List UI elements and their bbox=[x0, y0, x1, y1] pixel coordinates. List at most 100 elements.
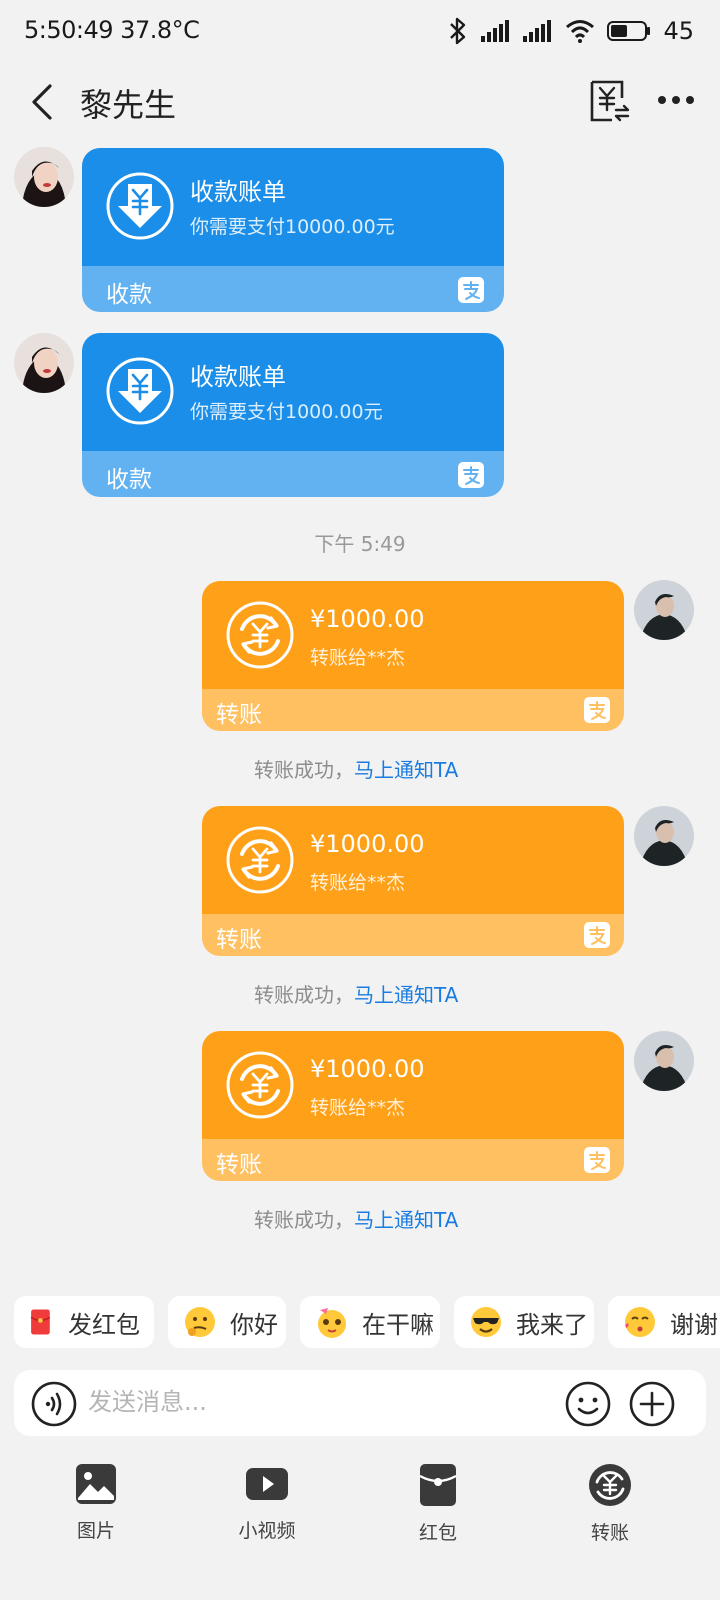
cute-emoji-icon bbox=[318, 1308, 346, 1338]
more-icon[interactable] bbox=[656, 88, 696, 112]
battery-icon bbox=[607, 21, 651, 41]
transfer-recipient: 转账给**杰 bbox=[310, 1097, 406, 1119]
transfer-card[interactable]: ¥1000.00 转账给**杰 转账 bbox=[202, 806, 624, 956]
quick-reply-label: 我来了 bbox=[516, 1310, 588, 1339]
alipay-logo-icon bbox=[458, 462, 484, 488]
toolbar-video[interactable]: 小视频 bbox=[207, 1462, 327, 1543]
status-icons: 45 bbox=[447, 14, 694, 48]
quick-reply-label: 在干嘛 bbox=[362, 1310, 434, 1339]
my-avatar[interactable] bbox=[634, 580, 694, 640]
payment-request-amount: 你需要支付10000.00元 bbox=[190, 216, 395, 238]
transfer-footer: 转账 bbox=[202, 914, 624, 956]
transfer-success-notice: 转账成功，马上通知TA bbox=[254, 1204, 458, 1233]
transfer-card[interactable]: ¥1000.00 转账给**杰 转账 bbox=[202, 1031, 624, 1181]
page-title: 黎先生 bbox=[80, 86, 177, 124]
voice-icon[interactable] bbox=[30, 1380, 78, 1428]
toolbar-transfer[interactable]: 转账 bbox=[550, 1462, 670, 1545]
payment-request-card[interactable]: 收款账单 你需要支付10000.00元 收款 bbox=[82, 148, 504, 312]
transfer-card[interactable]: ¥1000.00 转账给**杰 转账 bbox=[202, 581, 624, 731]
transfer-body: ¥1000.00 转账给**杰 bbox=[202, 1031, 624, 1139]
battery-level: 45 bbox=[663, 17, 694, 45]
contact-avatar[interactable] bbox=[14, 147, 74, 207]
thinking-emoji-icon bbox=[185, 1307, 215, 1337]
toolbar-label: 红包 bbox=[418, 1522, 457, 1544]
message-input-bar bbox=[14, 1370, 706, 1436]
emoji-icon[interactable] bbox=[564, 1380, 612, 1428]
payment-request-amount: 你需要支付1000.00元 bbox=[190, 401, 383, 423]
transfer-success-notice: 转账成功，马上通知TA bbox=[254, 754, 458, 783]
toolbar-label: 转账 bbox=[590, 1522, 629, 1544]
quick-reply-red-envelope[interactable]: 发红包 bbox=[14, 1296, 154, 1348]
toolbar-label: 小视频 bbox=[238, 1520, 296, 1542]
red-packet-icon bbox=[419, 1464, 457, 1506]
alipay-logo-icon bbox=[584, 697, 610, 723]
payment-request-body: 收款账单 你需要支付1000.00元 bbox=[82, 333, 504, 451]
status-time-temp: 5:50:49 37.8°C bbox=[24, 16, 200, 44]
quick-reply-label: 谢谢 bbox=[670, 1310, 718, 1339]
transfer-footer-label: 转账 bbox=[216, 702, 262, 728]
transfer-success-text: 转账成功， bbox=[254, 758, 354, 782]
transfer-footer: 转账 bbox=[202, 689, 624, 731]
quick-reply-label: 发红包 bbox=[68, 1310, 140, 1339]
red-envelope-icon bbox=[30, 1309, 51, 1335]
transfer-exchange-icon bbox=[226, 1051, 294, 1119]
time-separator: 下午 5:49 bbox=[314, 532, 406, 556]
toolbar-red-packet[interactable]: 红包 bbox=[378, 1462, 498, 1545]
bluetooth-icon bbox=[450, 17, 466, 45]
transfer-amount: ¥1000.00 bbox=[310, 1055, 425, 1083]
notify-link[interactable]: 马上通知TA bbox=[354, 983, 458, 1007]
signal-icon bbox=[481, 20, 510, 42]
quick-reply-coming[interactable]: 我来了 bbox=[454, 1296, 594, 1348]
status-time: 5:50:49 bbox=[24, 16, 114, 44]
transfer-amount: ¥1000.00 bbox=[310, 830, 425, 858]
notify-link[interactable]: 马上通知TA bbox=[354, 758, 458, 782]
wifi-icon bbox=[566, 20, 595, 43]
bottom-toolbar: 图片 小视频 红包 转账 bbox=[0, 1462, 720, 1562]
transfer-body: ¥1000.00 转账给**杰 bbox=[202, 581, 624, 689]
transfer-recipient: 转账给**杰 bbox=[310, 872, 406, 894]
video-icon bbox=[246, 1468, 288, 1500]
alipay-logo-icon bbox=[584, 922, 610, 948]
bill-icon[interactable] bbox=[588, 78, 632, 124]
transfer-exchange-icon bbox=[226, 826, 294, 894]
payment-request-body: 收款账单 你需要支付10000.00元 bbox=[82, 148, 504, 266]
transfer-icon bbox=[589, 1464, 631, 1506]
transfer-recipient: 转账给**杰 bbox=[310, 647, 406, 669]
payment-request-card[interactable]: 收款账单 你需要支付1000.00元 收款 bbox=[82, 333, 504, 497]
contact-avatar[interactable] bbox=[14, 333, 74, 393]
transfer-amount: ¥1000.00 bbox=[310, 605, 425, 633]
transfer-success-text: 转账成功， bbox=[254, 983, 354, 1007]
payment-download-icon bbox=[106, 357, 174, 425]
transfer-success-notice: 转账成功，马上通知TA bbox=[254, 979, 458, 1008]
chat-header: 黎先生 bbox=[0, 64, 720, 140]
quick-reply-bar: 发红包 你好 在干嘛 我来了 谢谢 bbox=[0, 1296, 720, 1352]
payment-request-footer: 收款 bbox=[82, 451, 504, 497]
sunglasses-emoji-icon bbox=[471, 1307, 501, 1337]
payment-download-icon bbox=[106, 172, 174, 240]
status-bar: 5:50:49 37.8°C 45 bbox=[0, 0, 720, 64]
payment-request-title: 收款账单 bbox=[190, 363, 286, 391]
status-temperature: 37.8°C bbox=[120, 16, 200, 44]
transfer-success-text: 转账成功， bbox=[254, 1208, 354, 1232]
my-avatar[interactable] bbox=[634, 1031, 694, 1091]
alipay-logo-icon bbox=[584, 1147, 610, 1173]
my-avatar[interactable] bbox=[634, 806, 694, 866]
quick-reply-hello[interactable]: 你好 bbox=[168, 1296, 286, 1348]
image-icon bbox=[76, 1464, 116, 1504]
quick-reply-thanks[interactable]: 谢谢 bbox=[608, 1296, 720, 1348]
payment-request-footer-label: 收款 bbox=[106, 282, 152, 308]
back-arrow-icon[interactable] bbox=[22, 80, 62, 124]
quick-reply-what-doing[interactable]: 在干嘛 bbox=[300, 1296, 440, 1348]
transfer-footer-label: 转账 bbox=[216, 1152, 262, 1178]
message-input[interactable] bbox=[88, 1380, 548, 1424]
plus-icon[interactable] bbox=[628, 1380, 676, 1428]
toolbar-label: 图片 bbox=[76, 1520, 115, 1542]
toolbar-image[interactable]: 图片 bbox=[36, 1462, 156, 1543]
transfer-body: ¥1000.00 转账给**杰 bbox=[202, 806, 624, 914]
payment-request-footer-label: 收款 bbox=[106, 467, 152, 493]
quick-reply-label: 你好 bbox=[230, 1310, 278, 1339]
transfer-exchange-icon bbox=[226, 601, 294, 669]
notify-link[interactable]: 马上通知TA bbox=[354, 1208, 458, 1232]
signal-icon-2 bbox=[523, 20, 552, 42]
payment-request-footer: 收款 bbox=[82, 266, 504, 312]
